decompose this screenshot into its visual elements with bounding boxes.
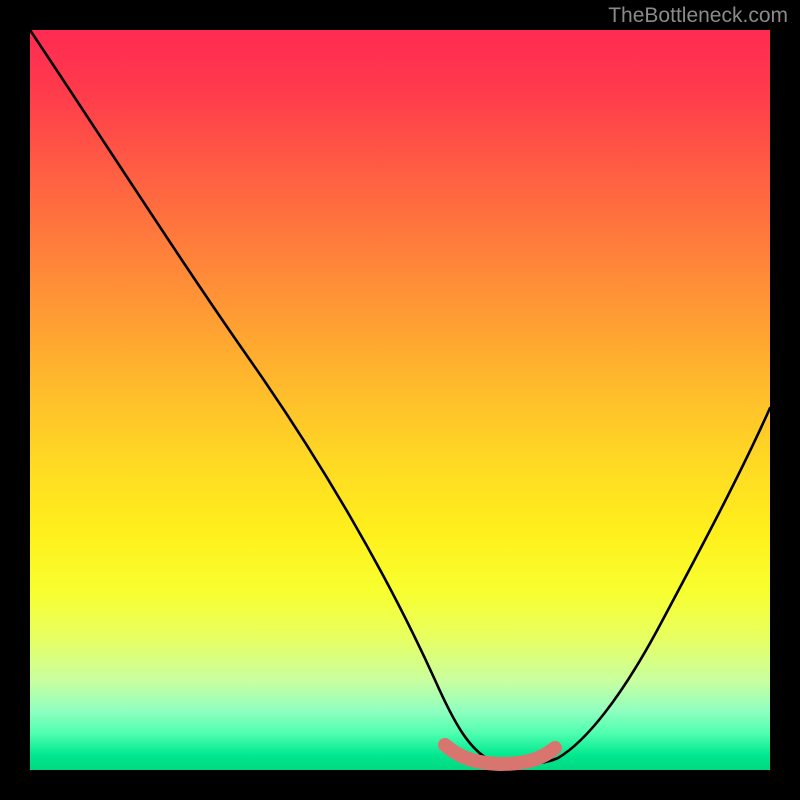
bottleneck-curve	[30, 30, 770, 764]
chart-background	[30, 30, 770, 770]
chart-svg	[30, 30, 770, 770]
optimal-band	[445, 745, 555, 764]
watermark-text: TheBottleneck.com	[608, 4, 788, 28]
